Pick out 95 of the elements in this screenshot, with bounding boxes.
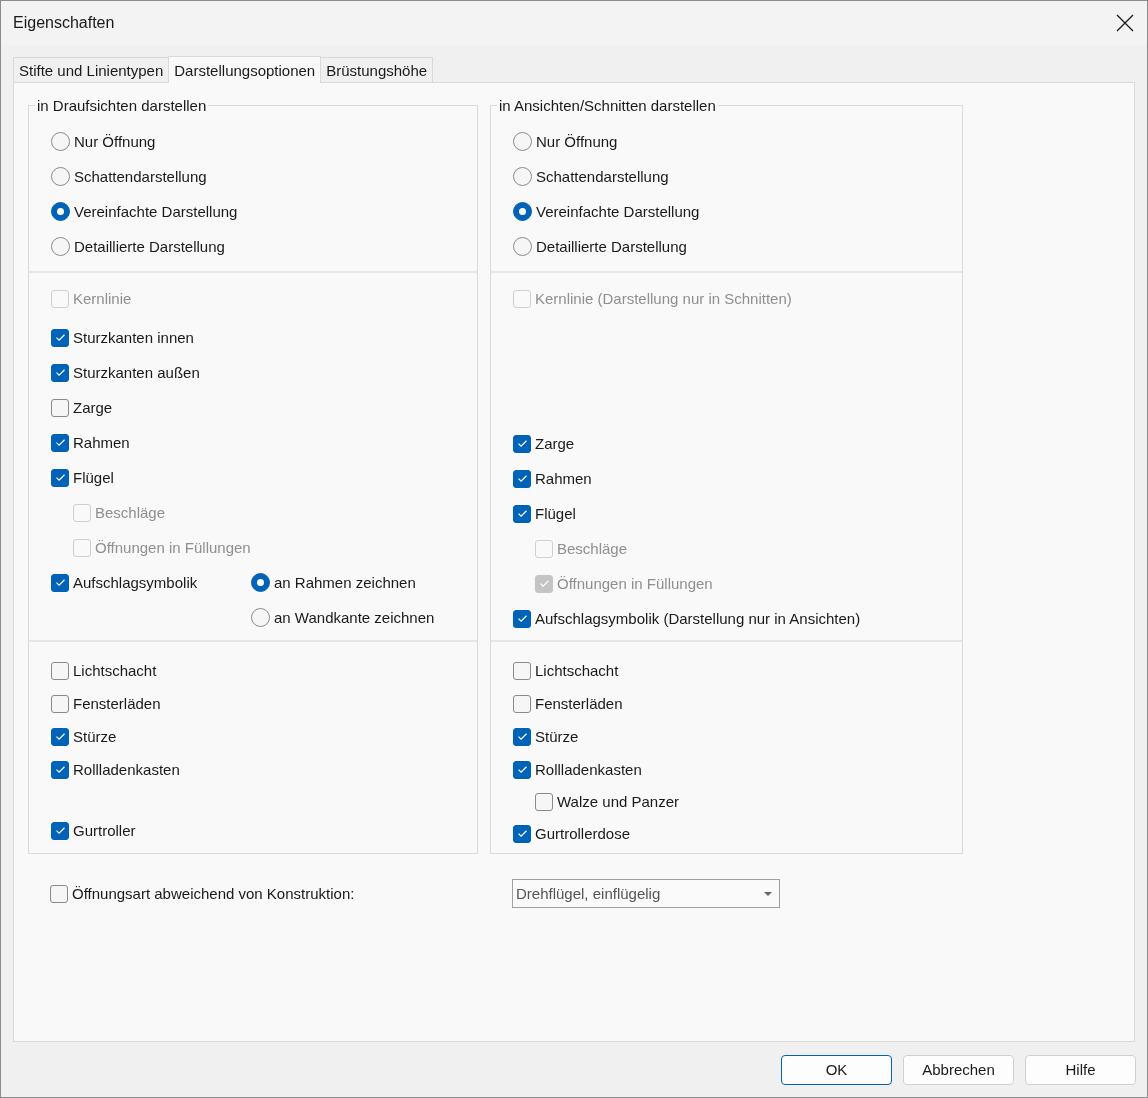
checkbox[interactable] (51, 821, 69, 840)
checkbox-label: Beschläge (95, 504, 166, 521)
dialog-button[interactable]: Hilfe (1025, 1054, 1136, 1085)
checkbox[interactable] (51, 573, 69, 592)
checkbox-label: Aufschlagsymbolik (Darstellung nur in Ansichten) (535, 610, 861, 627)
caret-icon (763, 890, 773, 897)
checkbox-label: Flügel (73, 469, 114, 486)
close-icon[interactable] (1115, 13, 1135, 33)
checkmark-icon (55, 579, 65, 586)
checkmark-icon (55, 827, 65, 834)
checkbox-label: Kernlinie (Darstellung nur in Schnitten) (535, 290, 792, 307)
dialog-button[interactable]: Abbrechen (903, 1054, 1014, 1085)
radio-button[interactable] (51, 237, 70, 256)
checkmark-icon (517, 733, 527, 740)
checkbox-label: Stürze (535, 728, 579, 745)
radio-label: Detaillierte Darstellung (536, 238, 687, 255)
checkbox[interactable] (513, 760, 531, 779)
tab[interactable]: Darstellungsoptionen (168, 56, 322, 83)
checkbox-label: Fensterläden (535, 695, 623, 712)
checkmark-icon (55, 733, 65, 740)
checkbox-label: Gurtrollerdose (535, 825, 631, 842)
checkbox-label: Rahmen (73, 434, 130, 451)
checkbox[interactable] (513, 824, 531, 843)
checkbox-label: Sturzkanten innen (73, 329, 194, 346)
checkbox[interactable] (51, 363, 69, 382)
tab[interactable]: Stifte und Linientypen (13, 57, 170, 82)
checkmark-icon (539, 580, 549, 587)
radio-label: Detaillierte Darstellung (74, 238, 225, 255)
checkbox[interactable] (513, 434, 531, 453)
checkbox-label: Lichtschacht (535, 662, 619, 679)
checkbox[interactable] (51, 468, 69, 487)
radio-label: Vereinfachte Darstellung (536, 203, 700, 220)
checkmark-icon (517, 475, 527, 482)
checkbox[interactable] (513, 694, 531, 713)
checkbox-label: Rollladenkasten (535, 761, 642, 778)
checkbox[interactable] (513, 469, 531, 488)
checkbox[interactable] (51, 398, 69, 417)
radio-button[interactable] (513, 132, 532, 151)
radio-label: an Rahmen zeichnen (274, 574, 416, 591)
checkbox[interactable] (50, 884, 68, 903)
checkbox-label: Kernlinie (73, 290, 132, 307)
checkmark-icon (517, 830, 527, 837)
checkbox-label: Zarge (73, 399, 113, 416)
checkbox[interactable] (513, 661, 531, 680)
checkbox-label: Lichtschacht (73, 662, 157, 679)
checkmark-icon (517, 440, 527, 447)
checkbox-label: Öffnungen in Füllungen (557, 575, 713, 592)
checkbox[interactable] (51, 328, 69, 347)
checkbox-label: Aufschlagsymbolik (73, 574, 198, 591)
checkbox-label: Fensterläden (73, 695, 161, 712)
radio-label: Nur Öffnung (536, 133, 618, 150)
checkbox-label: Rahmen (535, 470, 592, 487)
window-title: Eigenschaften (13, 14, 115, 32)
checkbox-label: Flügel (535, 505, 576, 522)
radio-button[interactable] (251, 573, 270, 592)
checkbox[interactable] (513, 727, 531, 746)
radio-label: Schattendarstellung (74, 168, 207, 185)
radio-label: Vereinfachte Darstellung (74, 203, 238, 220)
checkbox-label: Walze und Panzer (557, 793, 679, 810)
dialog-button[interactable]: OK (781, 1054, 892, 1085)
checkbox[interactable] (51, 661, 69, 680)
checkbox[interactable] (51, 727, 69, 746)
checkmark-icon (55, 439, 65, 446)
radio-button[interactable] (51, 132, 70, 151)
checkmark-icon (517, 766, 527, 773)
checkmark-icon (517, 510, 527, 517)
radio-button[interactable] (51, 167, 70, 186)
checkbox[interactable] (51, 760, 69, 779)
checkbox-label: Gurtroller (73, 822, 136, 839)
checkbox-label: Zarge (535, 435, 575, 452)
radio-button[interactable] (251, 608, 270, 627)
radio-button[interactable] (513, 237, 532, 256)
radio-label: Nur Öffnung (74, 133, 156, 150)
checkmark-icon (55, 766, 65, 773)
radio-button[interactable] (513, 202, 532, 221)
checkmark-icon (55, 334, 65, 341)
radio-button[interactable] (513, 167, 532, 186)
tab[interactable]: Brüstungshöhe (320, 57, 434, 82)
checkbox[interactable] (51, 694, 69, 713)
checkbox[interactable] (51, 433, 69, 452)
radio-button[interactable] (51, 202, 70, 221)
checkbox-label: Beschläge (557, 540, 628, 557)
checkbox[interactable] (513, 609, 531, 628)
checkbox-label: Öffnungen in Füllungen (95, 539, 251, 556)
checkbox-label: Stürze (73, 728, 117, 745)
checkmark-icon (55, 474, 65, 481)
checkbox-label: Sturzkanten außen (73, 364, 200, 381)
checkbox[interactable] (513, 504, 531, 523)
checkbox-label: Rollladenkasten (73, 761, 180, 778)
checkmark-icon (517, 615, 527, 622)
checkbox[interactable] (535, 792, 553, 811)
radio-label: an Wandkante zeichnen (274, 609, 435, 626)
checkbox-label: Öffnungsart abweichend von Konstruktion: (72, 885, 355, 902)
checkmark-icon (55, 369, 65, 376)
radio-label: Schattendarstellung (536, 168, 669, 185)
